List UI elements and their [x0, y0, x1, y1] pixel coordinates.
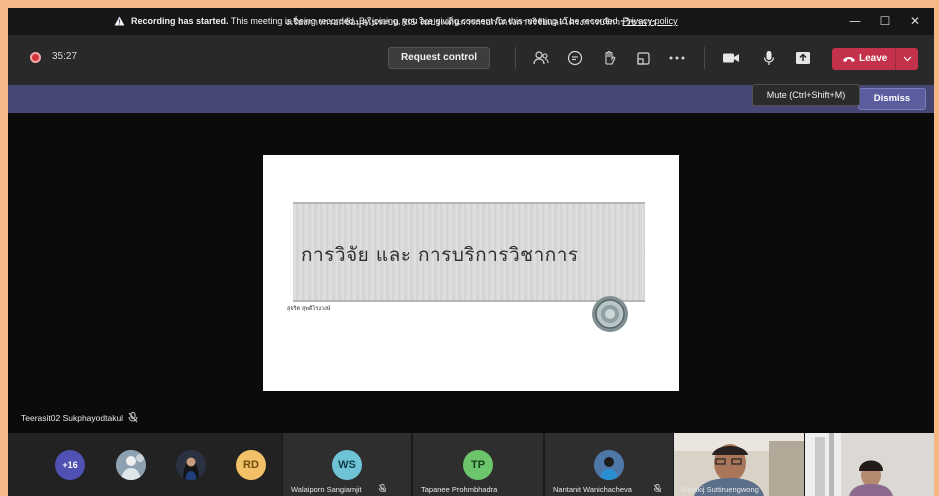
participant-avatar-tp: TP — [463, 450, 493, 480]
maximize-button[interactable]: ☐ — [872, 11, 898, 31]
more-icon[interactable] — [666, 47, 688, 69]
recording-started-label: Recording has started. — [131, 16, 229, 26]
participant-avatar — [116, 450, 146, 480]
recording-indicator-icon — [30, 52, 41, 63]
participant-tile-nw: Nantanit Wanichacheva — [545, 433, 673, 496]
participant-video-ss: Supakij Suttiruengwong — [674, 433, 804, 496]
meeting-timer: 35:27 — [52, 51, 78, 62]
participant-avatar-rd: RD — [236, 450, 266, 480]
recording-consent-text: This meeting is being recorded. By joini… — [228, 16, 623, 26]
mic-icon[interactable] — [758, 47, 780, 69]
recording-banner-text: Recording has started. This meeting is b… — [131, 16, 678, 26]
teams-meeting-window: งเรื่องการกรอกข้อมูลในระบบ RIS ในประเด็น… — [8, 8, 934, 496]
slide-title-band: การวิจัย และ การบริการวิชาการ — [293, 202, 645, 302]
phone-hangup-icon — [843, 57, 855, 62]
request-control-button[interactable]: Request control — [388, 47, 490, 69]
participant-name: Nantanit Wanichacheva — [553, 485, 632, 494]
participant-avatar — [594, 450, 624, 480]
privacy-policy-link[interactable]: Privacy policy — [623, 16, 678, 26]
share-icon[interactable] — [792, 47, 814, 69]
mute-tooltip: Mute (Ctrl+Shift+M) — [752, 84, 860, 106]
mic-off-icon — [653, 484, 662, 493]
presentation-slide: การวิจัย และ การบริการวิชาการ สุจริต สุพ… — [263, 155, 679, 391]
participant-avatar — [176, 450, 206, 480]
leave-divider — [895, 48, 896, 70]
warning-icon — [114, 16, 125, 26]
toolbar-divider — [515, 47, 516, 69]
close-button[interactable]: ✕ — [902, 11, 928, 31]
participant-name: Walaiporn Sangiamjit — [291, 485, 362, 494]
camera-icon[interactable] — [720, 47, 742, 69]
chevron-down-icon[interactable] — [897, 48, 918, 70]
people-icon[interactable] — [530, 47, 552, 69]
toolbar-divider — [704, 47, 705, 69]
mic-off-icon — [378, 484, 387, 493]
leave-label: Leave — [859, 53, 888, 64]
chat-icon[interactable] — [564, 47, 586, 69]
participant-name: Supakij Suttiruengwong — [680, 485, 759, 494]
dismiss-button[interactable]: Dismiss — [858, 88, 926, 110]
participant-tile-tp: TP Tapanee Prohmbhadra — [413, 433, 543, 496]
presenter-name: Teerasit02 Sukphayodtakul — [21, 413, 124, 423]
participant-video — [805, 433, 934, 496]
participant-group-tile: +16 RD — [8, 433, 282, 496]
participant-name: Tapanee Prohmbhadra — [421, 485, 498, 494]
shared-screen-stage: การวิจัย และ การบริการวิชาการ สุจริต สุพ… — [8, 113, 934, 433]
slide-title: การวิจัย และ การบริการวิชาการ — [301, 244, 579, 266]
more-participants-badge[interactable]: +16 — [55, 450, 85, 480]
slide-author: สุจริต สุพดีโรงวงษ์ — [287, 306, 331, 312]
participant-strip: +16 RD WS Walaiporn Sangiamjit TP Tapane… — [8, 433, 934, 496]
minimize-button[interactable]: — — [842, 11, 868, 31]
share-tray-icon[interactable] — [632, 47, 654, 69]
participant-avatar-ws: WS — [332, 450, 362, 480]
leave-button[interactable]: Leave — [832, 48, 918, 70]
raise-hand-icon[interactable] — [598, 47, 620, 69]
university-seal-icon — [592, 296, 628, 332]
participant-tile-ws: WS Walaiporn Sangiamjit — [283, 433, 411, 496]
mic-off-icon — [128, 412, 138, 423]
